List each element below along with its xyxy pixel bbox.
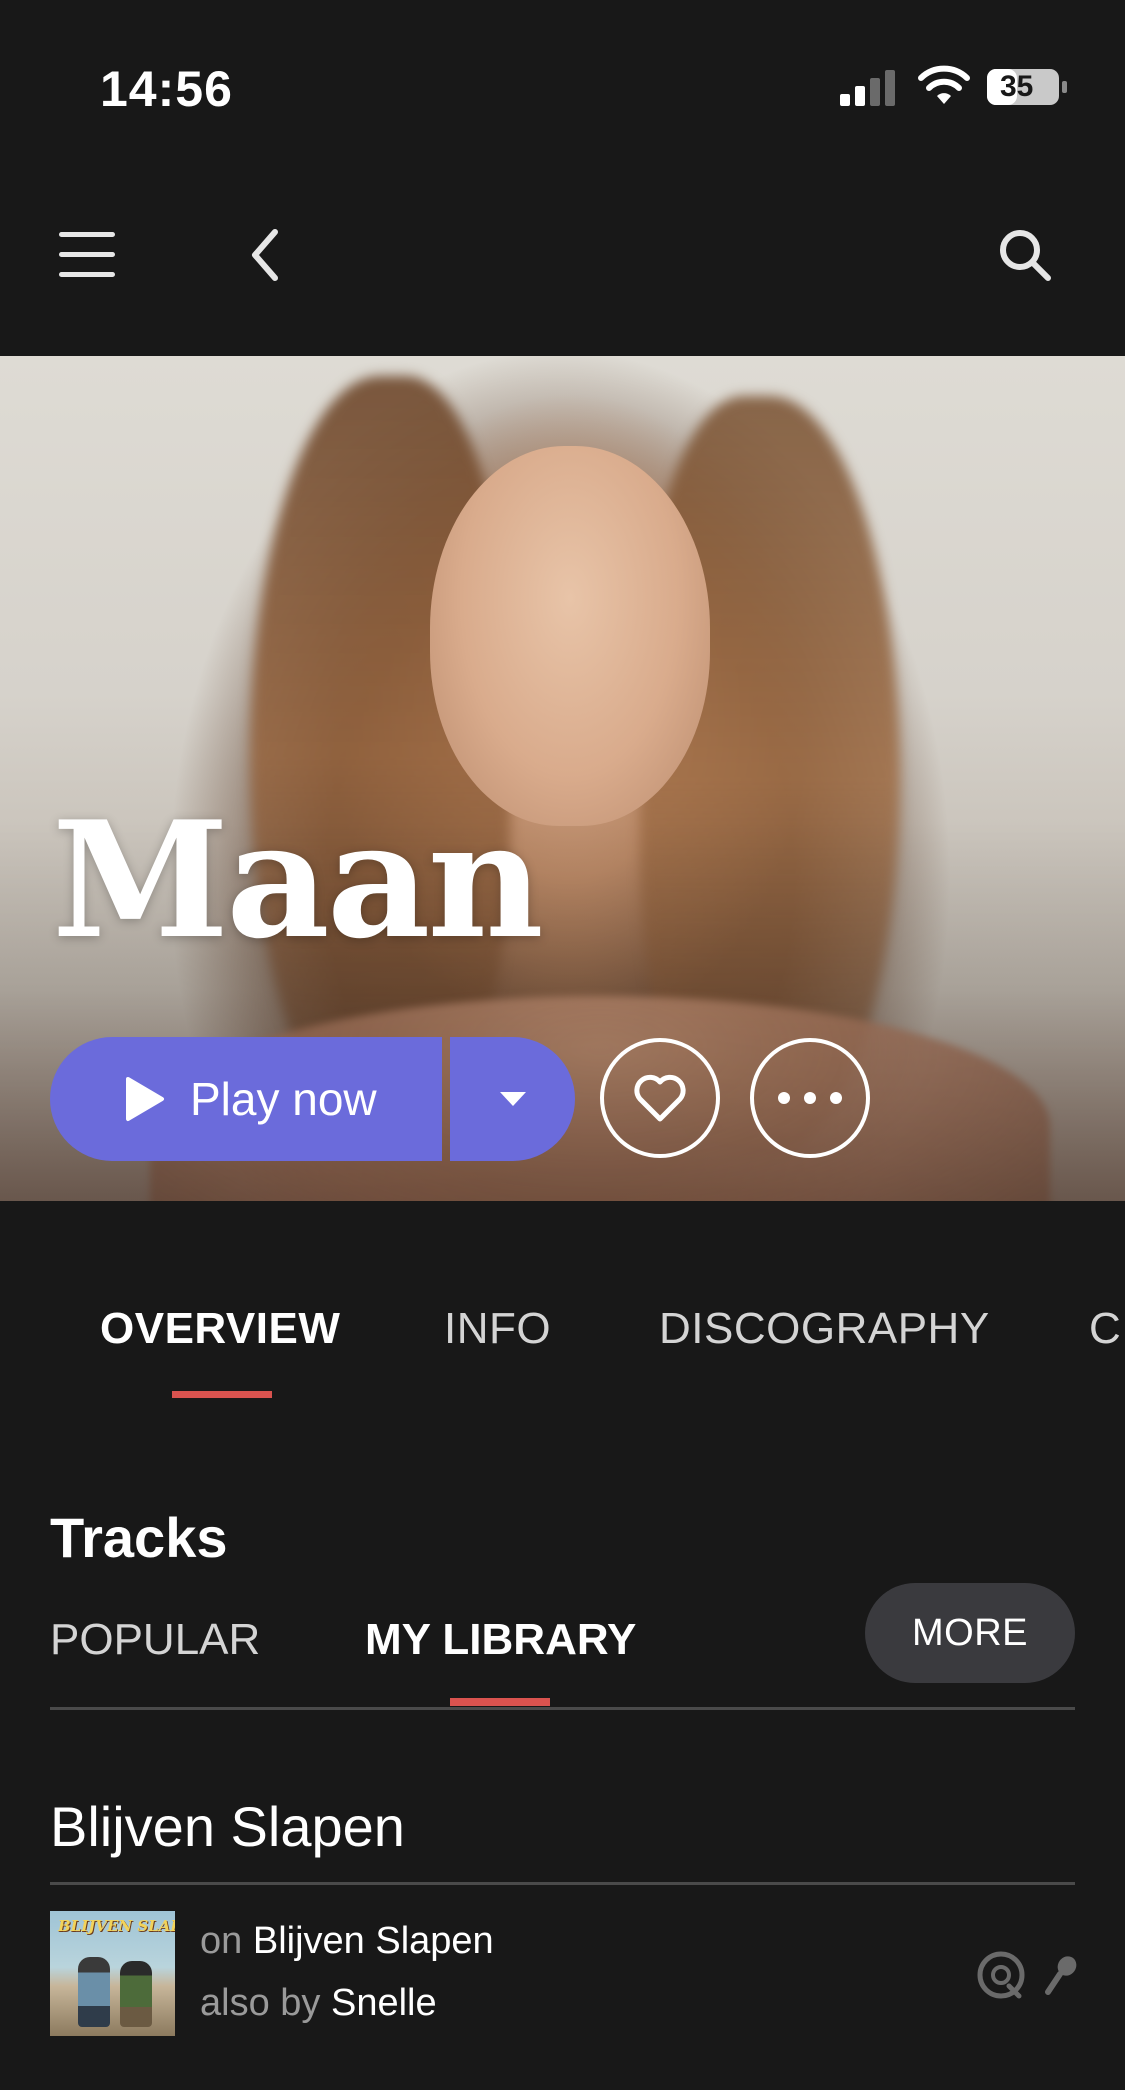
on-prefix: on xyxy=(200,1920,243,1962)
artist-name: Maan xyxy=(52,786,544,974)
disc-icon[interactable] xyxy=(976,1950,1026,2000)
back-button[interactable] xyxy=(230,220,300,290)
battery-icon: 35 xyxy=(986,66,1068,108)
heart-icon xyxy=(634,1074,686,1122)
play-now-label: Play now xyxy=(190,1073,377,1125)
top-nav xyxy=(0,150,1125,356)
tab-discography[interactable]: DISCOGRAPHY xyxy=(659,1304,990,1354)
also-by-prefix: also by xyxy=(200,1982,321,2024)
subtab-divider xyxy=(50,1707,1075,1710)
also-by-artist-link[interactable]: Snelle xyxy=(331,1982,437,2024)
album-divider xyxy=(50,1882,1075,1885)
dropdown-caret-icon xyxy=(499,1092,526,1106)
search-icon xyxy=(1000,230,1051,281)
signal-icon xyxy=(840,70,895,106)
menu-button[interactable] xyxy=(52,220,122,290)
album-art-figure xyxy=(120,1961,152,2027)
track-album-line[interactable]: on Blijven Slapen xyxy=(200,1920,494,1963)
tab-partial[interactable]: C xyxy=(1089,1304,1121,1354)
track-album-link[interactable]: Blijven Slapen xyxy=(253,1920,494,1962)
track-album-art[interactable]: BLIJVEN SLAPEN xyxy=(50,1911,175,2036)
battery-level: 35 xyxy=(1000,70,1034,103)
album-art-figure xyxy=(78,1957,110,2027)
search-button[interactable] xyxy=(990,220,1060,290)
back-chevron-icon xyxy=(252,229,278,281)
more-options-button[interactable] xyxy=(750,1038,870,1158)
tab-overview[interactable]: OVERVIEW xyxy=(100,1304,340,1354)
active-subtab-indicator xyxy=(450,1698,550,1706)
play-now-button[interactable]: Play now xyxy=(50,1037,442,1161)
tracks-title: Tracks xyxy=(50,1506,228,1569)
subtab-my-library[interactable]: MY LIBRARY xyxy=(365,1615,636,1665)
favorite-button[interactable] xyxy=(600,1038,720,1158)
wifi-icon xyxy=(918,65,970,104)
album-art-title: BLIJVEN SLAPEN xyxy=(58,1917,175,1935)
more-dots-icon xyxy=(778,1092,842,1104)
subtab-popular[interactable]: POPULAR xyxy=(50,1615,260,1665)
tab-info[interactable]: INFO xyxy=(444,1304,551,1354)
active-tab-indicator xyxy=(172,1391,272,1398)
status-time: 14:56 xyxy=(100,61,233,117)
more-button[interactable]: MORE xyxy=(865,1583,1075,1683)
play-options-dropdown[interactable] xyxy=(450,1037,575,1161)
track-artist-line[interactable]: also by Snelle xyxy=(200,1982,437,2025)
menu-icon xyxy=(59,232,115,277)
microphone-icon[interactable] xyxy=(1044,1954,1078,1998)
play-icon xyxy=(126,1077,164,1121)
album-group-title: Blijven Slapen xyxy=(50,1795,405,1858)
